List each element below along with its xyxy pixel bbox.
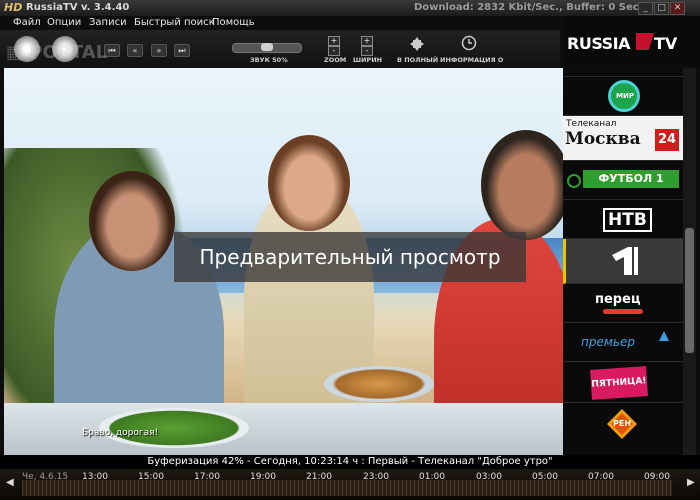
channel-pyatnica[interactable]: ПЯТНИЦА!	[563, 362, 683, 403]
channel-scrollbar[interactable]	[683, 68, 696, 455]
timeline-tick: 09:00	[644, 472, 670, 482]
timeline-tick: 23:00	[363, 472, 389, 482]
perets-label: перец	[595, 292, 641, 307]
timeline-track[interactable]	[22, 480, 672, 496]
timeline-tick: 21:00	[306, 472, 332, 482]
futbol-label: ФУТБОЛ 1	[583, 170, 679, 188]
volume-label: ЗВУК 50%	[250, 56, 288, 64]
fullscreen-label: В ПОЛНЫЙ	[397, 56, 439, 64]
skip-forward-button[interactable]: ⏭	[174, 44, 190, 57]
russiatv-logo: RUSSIA TV	[562, 16, 700, 66]
preview-overlay: Предварительный просмотр	[174, 232, 526, 282]
perviy-logo-icon	[612, 247, 638, 275]
video-preview[interactable]: Предварительный просмотр Браво, дорогая!	[4, 68, 564, 455]
channel-moskva-24[interactable]: Телеканал Москва 24	[563, 116, 683, 161]
logo-text: RUSSIA	[567, 34, 630, 53]
timeline-tick: 13:00	[82, 472, 108, 482]
timeline-tick: 17:00	[194, 472, 220, 482]
timeline-tick: 19:00	[250, 472, 276, 482]
width-minus-button[interactable]: -	[361, 46, 373, 56]
window-title: RussiaTV v. 3.4.40	[26, 2, 130, 13]
ren-label: РЕН	[613, 419, 632, 428]
premier-star-icon	[659, 331, 669, 341]
clock-icon[interactable]	[461, 35, 477, 51]
rewind-button[interactable]: «	[127, 44, 143, 57]
logo-flag-icon	[636, 33, 654, 50]
maximize-button[interactable]: □	[654, 2, 669, 15]
width-plus-button[interactable]: +	[361, 36, 373, 46]
download-status: Download: 2832 Kbit/Sec., Buffer: 0 Sec.	[414, 2, 643, 13]
minimize-button[interactable]: _	[638, 2, 653, 15]
woman-head	[89, 171, 175, 271]
timeline-date: Че, 4.6.15	[22, 472, 69, 482]
volume-knob[interactable]	[261, 43, 273, 51]
channel-mir[interactable]: МИР	[563, 77, 683, 116]
menu-help[interactable]: Помощь	[212, 17, 255, 28]
girl-head	[268, 135, 350, 231]
moskva-label-top: Телеканал	[566, 119, 617, 129]
width-label: ШИРИН	[353, 56, 383, 64]
video-caption: Браво, дорогая!	[82, 428, 159, 438]
timeline-tick: 03:00	[476, 472, 502, 482]
channel-perviy[interactable]	[563, 239, 683, 284]
menu-file[interactable]: Файл	[13, 17, 41, 28]
mir-logo-icon: МИР	[608, 80, 640, 112]
serving-plate	[324, 366, 434, 402]
ntv-label: НТВ	[603, 208, 652, 232]
channel-russia[interactable]	[563, 68, 683, 77]
scrollbar-thumb[interactable]	[685, 228, 694, 353]
channel-futbol-1[interactable]: ФУТБОЛ 1	[563, 161, 683, 200]
hd-badge: HD	[4, 1, 23, 14]
watermark-portal: ▦ PORTAL	[6, 42, 108, 63]
timeline[interactable]: ◀ Че, 4.6.15 13:00 15:00 17:00 19:00 21:…	[0, 469, 700, 500]
moskva-label-main: Москва	[565, 129, 641, 149]
fullscreen-icon[interactable]	[410, 36, 424, 51]
futbol-ring-icon	[567, 174, 581, 188]
zoom-label: ZOOM	[324, 56, 347, 64]
premier-label: премьер	[581, 335, 635, 349]
timeline-tick: 15:00	[138, 472, 164, 482]
info-label: ИНФОРМАЦИЯ О	[440, 56, 504, 64]
perets-pepper-icon	[603, 309, 643, 314]
volume-slider[interactable]	[232, 43, 302, 53]
moskva-number: 24	[655, 129, 679, 151]
timeline-tick: 01:00	[419, 472, 445, 482]
menu-quick-search[interactable]: Быстрый поиск	[134, 17, 215, 28]
logo-suffix: TV	[654, 34, 678, 53]
channel-list: МИР Телеканал Москва 24 ФУТБОЛ 1 НТВ пер…	[563, 68, 683, 455]
title-bar: HD RussiaTV v. 3.4.40 Download: 2832 Kbi…	[0, 0, 700, 16]
pyatnica-label: ПЯТНИЦА!	[590, 366, 648, 400]
menu-options[interactable]: Опции	[47, 17, 81, 28]
mir-label: МИР	[616, 92, 634, 100]
close-button[interactable]: ✕	[670, 2, 685, 15]
timeline-left-arrow[interactable]: ◀	[6, 477, 14, 488]
zoom-minus-button[interactable]: -	[328, 46, 340, 56]
channel-perets[interactable]: перец	[563, 284, 683, 323]
channel-ntv[interactable]: НТВ	[563, 200, 683, 239]
menu-bar: Файл Опции Записи Быстрый поиск Помощь	[0, 16, 560, 30]
timeline-right-arrow[interactable]: ▶	[687, 477, 695, 488]
timeline-tick: 05:00	[532, 472, 558, 482]
timeline-tick: 07:00	[588, 472, 614, 482]
status-bar: Буферизация 42% - Сегодня, 10:23:14 ч : …	[0, 455, 700, 469]
channel-premier[interactable]: премьер	[563, 323, 683, 362]
zoom-plus-button[interactable]: +	[328, 36, 340, 46]
forward-button[interactable]: »	[151, 44, 167, 57]
menu-records[interactable]: Записи	[89, 17, 127, 28]
status-text: Буферизация 42% - Сегодня, 10:23:14 ч : …	[147, 456, 553, 467]
channel-ren[interactable]: РЕН	[563, 403, 683, 455]
man-head	[481, 130, 564, 240]
